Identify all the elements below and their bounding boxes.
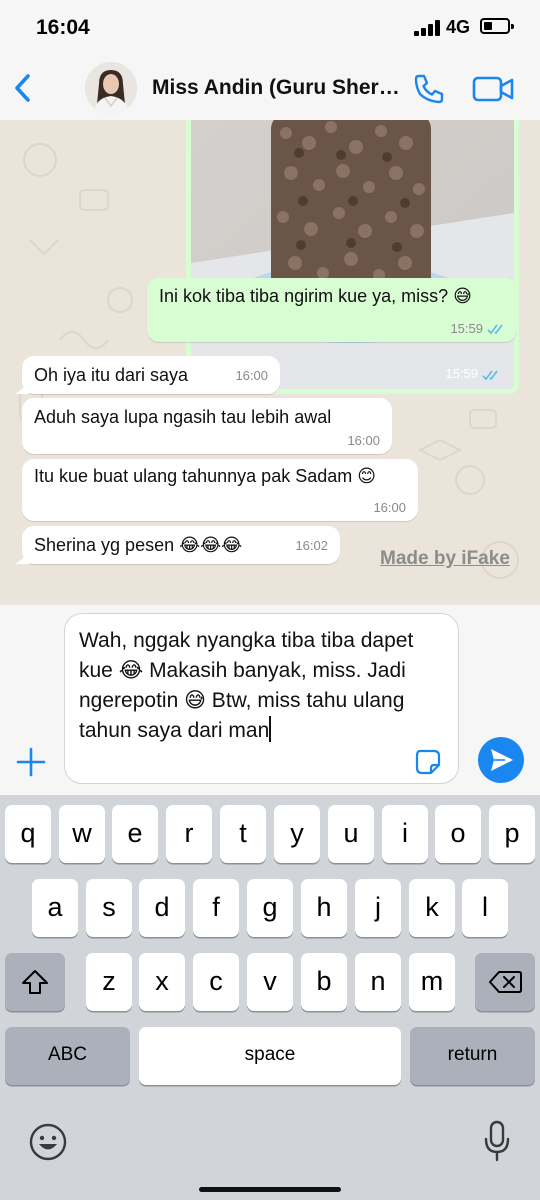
key-q[interactable]: q <box>5 805 51 863</box>
bubble-tail <box>15 550 29 564</box>
abc-key[interactable]: ABC <box>5 1027 130 1085</box>
key-y[interactable]: y <box>274 805 320 863</box>
status-time: 16:04 <box>36 16 90 39</box>
message-time: 15:59 <box>450 321 483 336</box>
incoming-message[interactable]: Itu kue buat ulang tahunnya pak Sadam 😊 … <box>22 459 418 521</box>
key-p[interactable]: p <box>489 805 535 863</box>
message-text: Aduh saya lupa ngasih tau lebih awal <box>34 407 332 427</box>
message-time: 16:00 <box>235 368 268 383</box>
shift-key[interactable] <box>5 953 65 1011</box>
incoming-message[interactable]: Aduh saya lupa ngasih tau lebih awal 16:… <box>22 398 392 454</box>
key-t[interactable]: t <box>220 805 266 863</box>
key-n[interactable]: n <box>355 953 401 1011</box>
phone-call-icon[interactable] <box>412 72 446 106</box>
send-button[interactable] <box>478 737 524 783</box>
watermark-link[interactable]: Made by iFake <box>380 548 510 570</box>
key-r[interactable]: r <box>166 805 212 863</box>
key-u[interactable]: u <box>328 805 374 863</box>
read-receipt-icon <box>482 370 498 381</box>
message-input-text[interactable]: Wah, nggak nyangka tiba tiba dapet kue 😂… <box>79 626 419 746</box>
key-x[interactable]: x <box>139 953 185 1011</box>
message-text: Ini kok tiba tiba ngirim kue ya, miss? 😅 <box>159 286 472 306</box>
contact-name[interactable]: Miss Andin (Guru Sherina) <box>152 76 400 100</box>
space-key[interactable]: space <box>139 1027 401 1085</box>
sticker-icon[interactable] <box>414 748 442 776</box>
image-message-bubble[interactable]: 15:59 <box>186 120 519 394</box>
incoming-message[interactable]: Sherina yg pesen 😂😂😂 16:02 <box>15 526 340 564</box>
message-text: Oh iya itu dari saya <box>34 365 189 385</box>
microphone-icon[interactable] <box>482 1119 512 1163</box>
message-time: 16:00 <box>347 433 380 448</box>
key-b[interactable]: b <box>301 953 347 1011</box>
keyboard: q w e r t y u i o p a s d f g h j k l z … <box>0 795 540 1200</box>
back-icon[interactable] <box>10 70 38 106</box>
contact-avatar[interactable] <box>85 62 137 114</box>
key-e[interactable]: e <box>112 805 158 863</box>
signal-icon <box>414 20 440 36</box>
emoji-icon[interactable] <box>28 1122 68 1162</box>
message-input[interactable]: Wah, nggak nyangka tiba tiba dapet kue 😂… <box>64 613 459 784</box>
key-d[interactable]: d <box>139 879 185 937</box>
chat-header: Miss Andin (Guru Sherina) <box>0 56 540 120</box>
backspace-key[interactable] <box>475 953 535 1011</box>
video-call-icon[interactable] <box>472 74 514 104</box>
key-h[interactable]: h <box>301 879 347 937</box>
key-w[interactable]: w <box>59 805 105 863</box>
return-key[interactable]: return <box>410 1027 535 1085</box>
shift-icon <box>22 970 48 994</box>
bubble-tail <box>15 380 29 394</box>
outgoing-message[interactable]: Ini kok tiba tiba ngirim kue ya, miss? 😅… <box>147 278 517 342</box>
key-z[interactable]: z <box>86 953 132 1011</box>
text-caret <box>269 716 272 742</box>
message-text: Sherina yg pesen 😂😂😂 <box>34 535 243 555</box>
battery-icon <box>480 18 514 34</box>
message-time: 16:02 <box>295 538 328 553</box>
network-type: 4G <box>446 17 471 37</box>
cake-photo[interactable]: 15:59 <box>191 120 514 389</box>
key-f[interactable]: f <box>193 879 239 937</box>
status-bar: 16:04 4G <box>0 0 540 56</box>
incoming-message[interactable]: Oh iya itu dari saya 16:00 <box>15 356 280 394</box>
key-o[interactable]: o <box>435 805 481 863</box>
key-v[interactable]: v <box>247 953 293 1011</box>
read-receipt-icon <box>487 324 503 335</box>
plus-icon[interactable] <box>14 745 48 779</box>
key-m[interactable]: m <box>409 953 455 1011</box>
key-s[interactable]: s <box>86 879 132 937</box>
image-message-time: 15:59 <box>445 366 478 381</box>
message-text: Itu kue buat ulang tahunnya pak Sadam 😊 <box>34 466 376 486</box>
key-j[interactable]: j <box>355 879 401 937</box>
key-c[interactable]: c <box>193 953 239 1011</box>
home-indicator[interactable] <box>199 1187 341 1192</box>
key-k[interactable]: k <box>409 879 455 937</box>
send-icon <box>491 749 513 771</box>
key-a[interactable]: a <box>32 879 78 937</box>
chat-area[interactable]: 15:59 Ini kok tiba tiba ngirim kue ya, m… <box>0 120 540 605</box>
message-composer: Wah, nggak nyangka tiba tiba dapet kue 😂… <box>0 605 540 795</box>
key-i[interactable]: i <box>382 805 428 863</box>
key-l[interactable]: l <box>462 879 508 937</box>
key-g[interactable]: g <box>247 879 293 937</box>
backspace-icon <box>489 971 522 993</box>
message-time: 16:00 <box>373 500 406 515</box>
